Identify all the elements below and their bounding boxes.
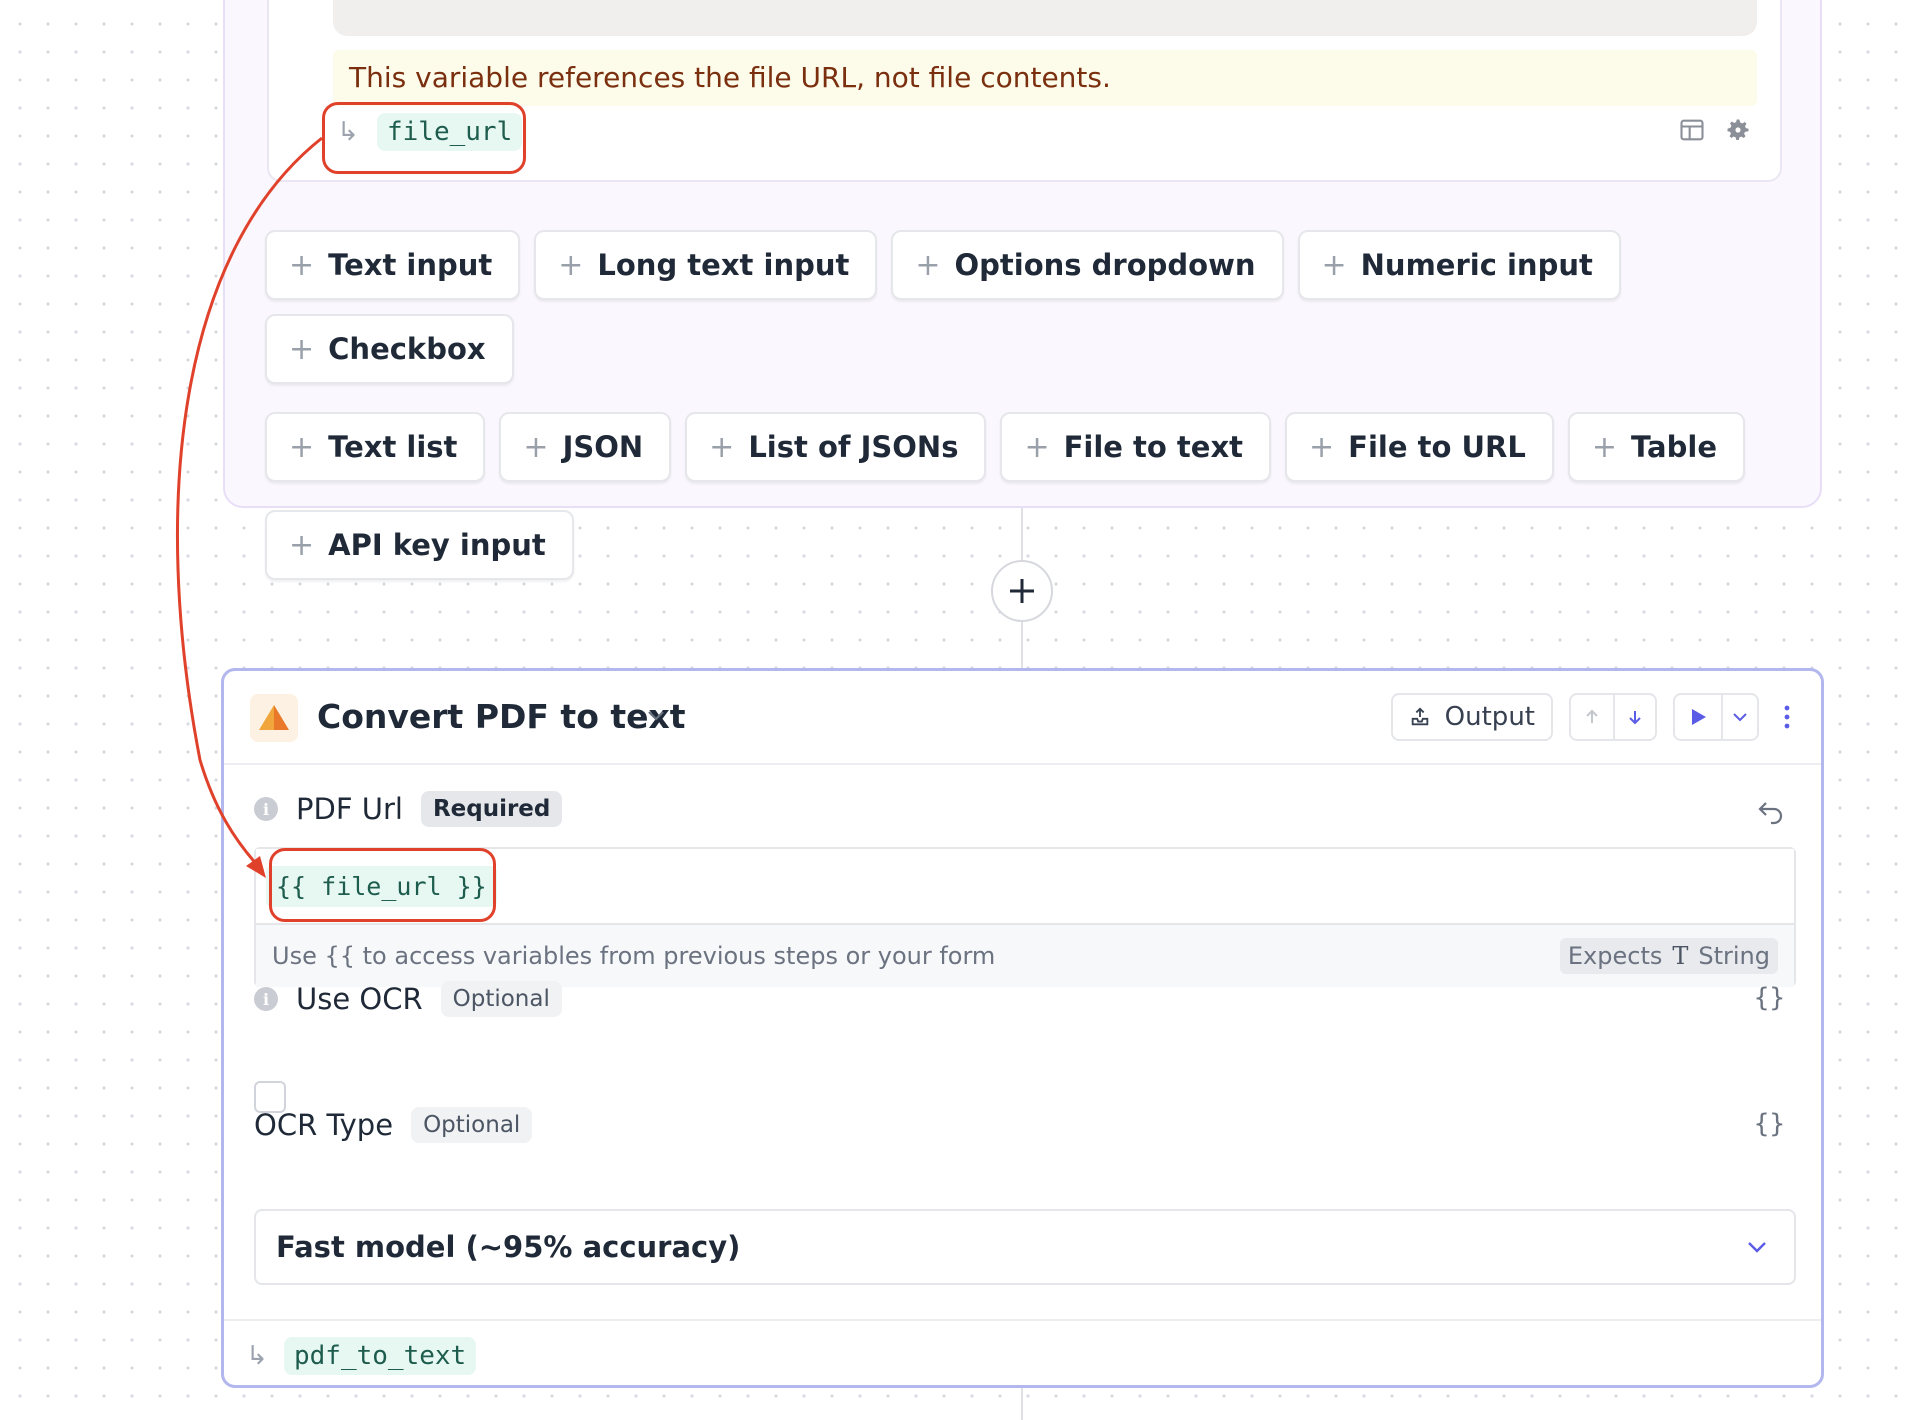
run-step-button[interactable] [1675,695,1721,739]
optional-badge: Optional [440,981,562,1017]
plus-icon: + [709,429,735,465]
arrow-down-icon [1629,711,1641,725]
step-output-footer: ↳ pdf_to_text [224,1319,1821,1385]
plus-icon: + [1024,429,1050,465]
pdf-url-field: {{ file_url }} Use {{ to access variable… [254,847,1796,987]
file-drop-area[interactable] [333,0,1757,36]
pdf-to-text-variable-chip[interactable]: pdf_to_text [284,1337,477,1375]
field-card-tools [1678,116,1752,144]
variable-hint-text: Use {{ to access variables from previous… [272,942,996,970]
move-up-button[interactable] [1571,695,1613,739]
info-icon[interactable]: i [254,797,278,821]
text-type-icon: T [1672,942,1689,970]
return-arrow-icon: ↳ [337,117,359,147]
output-tray-icon [1411,707,1428,726]
pdf-tool-logo-icon [250,694,298,742]
undo-icon[interactable] [1757,799,1785,825]
file-url-template-chip[interactable]: {{ file_url }} [266,865,497,907]
optional-badge: Optional [411,1107,533,1143]
pdf-url-label-row: i PDF Url Required [254,791,563,827]
plus-icon: + [523,429,549,465]
return-arrow-icon: ↳ [246,1341,268,1371]
ocr-type-label: OCR Type [254,1108,394,1142]
plus-icon: + [289,429,315,465]
run-buttons [1673,693,1759,741]
add-step-button[interactable] [991,560,1053,622]
plus-icon: + [289,527,315,563]
plus-icon: + [915,247,941,283]
plus-icon: + [558,247,584,283]
pdf-url-input[interactable]: {{ file_url }} [256,849,1794,925]
step-card-convert-pdf: Convert PDF to text Output i PDF Url Req… [221,668,1824,1388]
chevron-down-icon[interactable] [644,703,668,727]
output-button[interactable]: Output [1390,693,1553,741]
more-options-button[interactable] [1775,704,1799,730]
add-table-button[interactable]: + Table [1567,412,1745,482]
required-badge: Required [420,791,563,827]
table-layout-icon[interactable] [1678,116,1706,144]
add-list-of-jsons-button[interactable]: + List of JSONs [685,412,987,482]
add-text-list-button[interactable]: + Text list [265,412,486,482]
form-panel: This variable references the file URL, n… [223,0,1822,580]
add-json-button[interactable]: + JSON [499,412,672,482]
add-long-text-input-button[interactable]: + Long text input [534,230,878,300]
file-url-variable-chip[interactable]: file_url [377,113,523,151]
plus-icon: + [289,331,315,367]
plus-icon: + [1321,247,1347,283]
add-file-to-url-button[interactable]: + File to URL [1285,412,1554,482]
run-options-button[interactable] [1721,695,1757,739]
chevron-down-icon [1748,1242,1766,1253]
kebab-menu-icon [1784,705,1790,729]
plus-icon: + [1309,429,1335,465]
file-field-card: This variable references the file URL, n… [267,0,1782,182]
add-api-key-input-button[interactable]: + API key input [265,510,574,580]
play-icon [1692,709,1706,725]
pdf-url-help: Use {{ to access variables from previous… [256,925,1794,987]
add-numeric-input-button[interactable]: + Numeric input [1297,230,1621,300]
plus-icon: + [289,247,315,283]
plus-icon: + [1591,429,1618,465]
add-field-buttons: + Text input + Long text input + Options dr… [265,230,1785,580]
braces-icon[interactable]: {} [1754,983,1785,1013]
use-ocr-label: Use OCR [296,982,423,1016]
ocr-type-label-row: OCR Type Optional [254,1107,533,1143]
add-checkbox-button[interactable]: + Checkbox [265,314,514,384]
move-down-button[interactable] [1613,695,1655,739]
info-icon[interactable]: i [254,987,278,1011]
braces-icon[interactable]: {} [1754,1109,1785,1139]
ocr-type-value: Fast model (~95% accuracy) [276,1230,741,1264]
add-file-to-text-button[interactable]: + File to text [1000,412,1272,482]
chevron-down-icon [1733,713,1747,722]
use-ocr-label-row: i Use OCR Optional [254,981,562,1017]
plus-icon [1010,579,1034,603]
gear-icon[interactable] [1724,116,1752,144]
arrow-up-icon [1586,709,1598,723]
step-header-tools: Output [1390,693,1799,741]
reorder-buttons [1569,693,1657,741]
pdf-url-label: PDF Url [296,792,403,826]
step-title[interactable]: Convert PDF to text [317,671,686,763]
step-header: Convert PDF to text Output [224,671,1821,765]
add-options-dropdown-button[interactable]: + Options dropdown [891,230,1284,300]
add-text-input-button[interactable]: + Text input [265,230,521,300]
output-button-label: Output [1444,702,1535,732]
file-variable-row: ↳ file_url [333,102,523,162]
expects-type-badge: Expects T String [1559,938,1778,974]
connector-line-middle [1021,622,1023,670]
file-url-warning: This variable references the file URL, n… [333,50,1757,106]
connector-line-bottom [1021,1388,1023,1420]
ocr-type-select[interactable]: Fast model (~95% accuracy) [254,1209,1796,1285]
